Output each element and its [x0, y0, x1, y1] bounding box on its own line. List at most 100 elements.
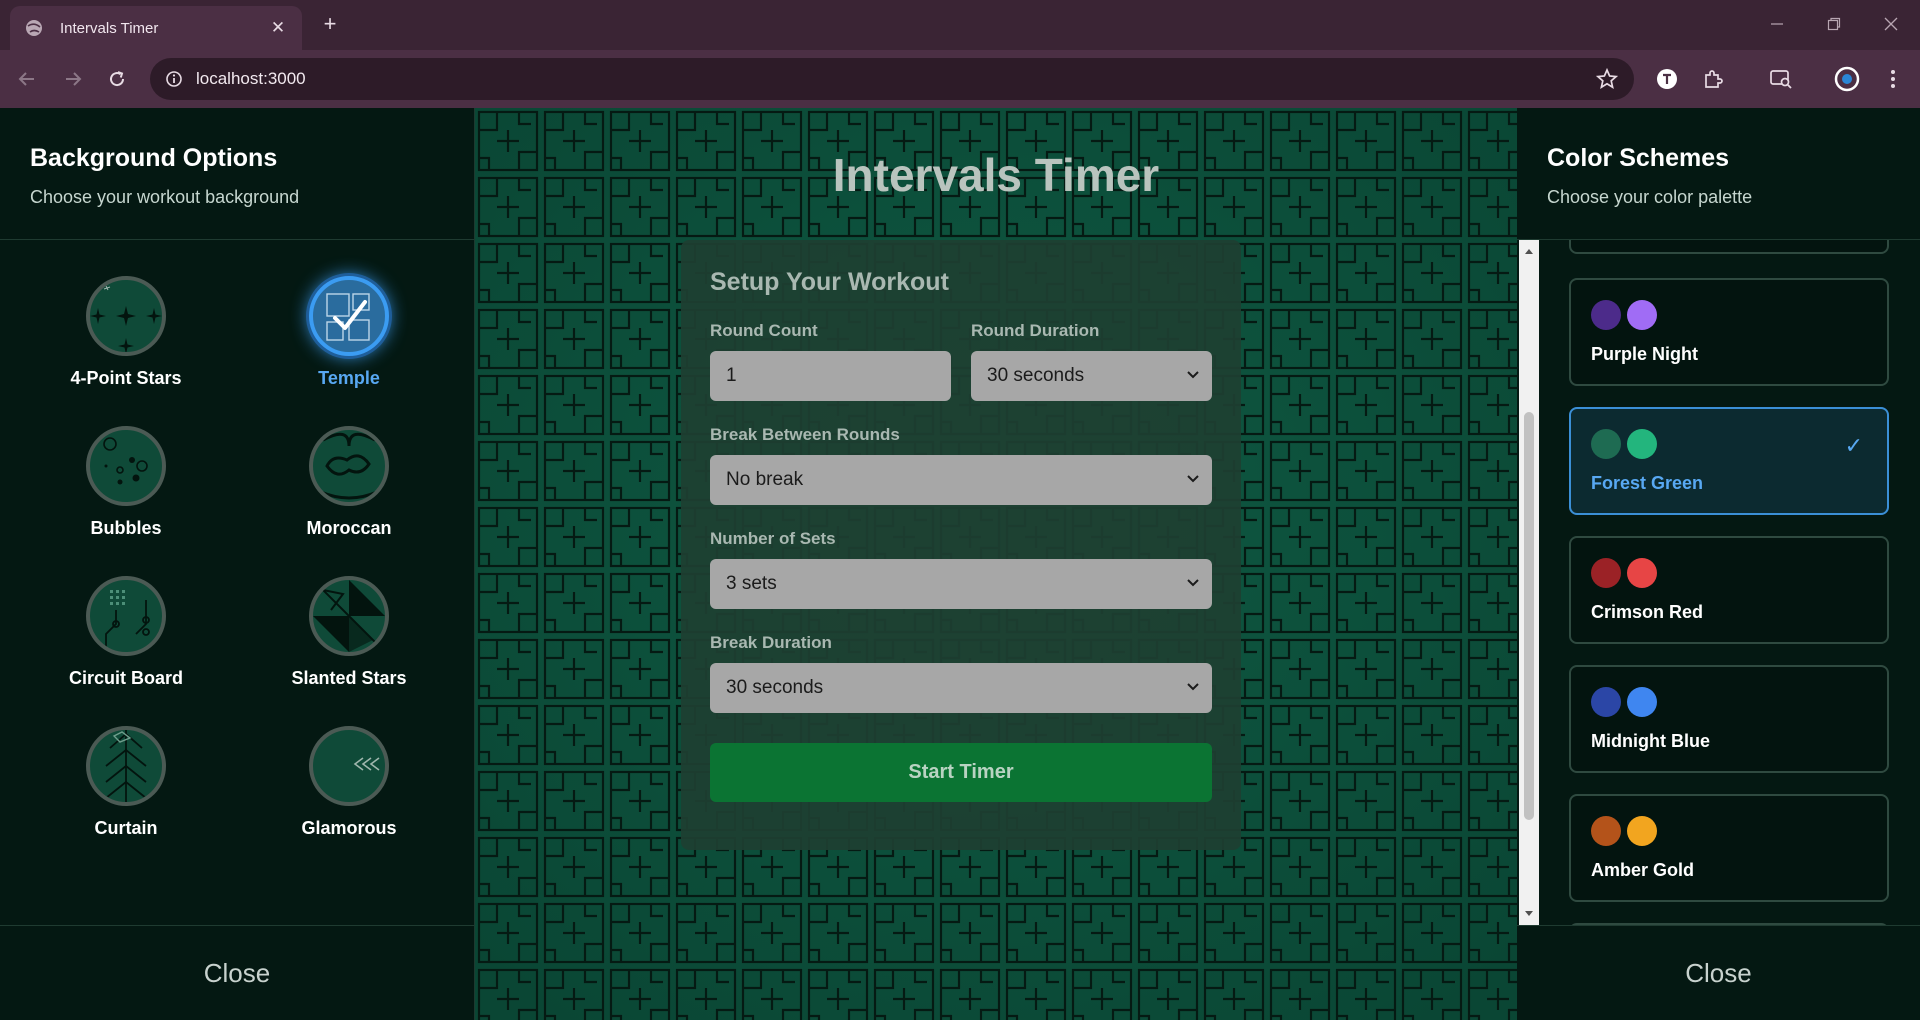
- scroll-down-arrow-icon[interactable]: [1519, 905, 1539, 923]
- background-option-label: Temple: [318, 368, 380, 388]
- round-count-label: Round Count: [710, 321, 818, 340]
- close-label: Close: [1685, 957, 1752, 988]
- round-duration-select[interactable]: 30 seconds: [971, 351, 1212, 401]
- url-text: localhost:3000: [196, 69, 306, 88]
- round-duration-label: Round Duration: [971, 321, 1100, 340]
- close-tab-icon[interactable]: ✕: [268, 18, 288, 38]
- curtain-thumbnail: [86, 726, 166, 806]
- browser-toolbar: localhost:3000: [0, 50, 1920, 108]
- puzzle-extensions-icon[interactable]: [1698, 64, 1728, 94]
- minimize-icon[interactable]: [1765, 12, 1789, 36]
- profile-avatar-icon[interactable]: [1832, 64, 1862, 94]
- round-duration-value: 30 seconds: [987, 365, 1085, 386]
- background-option-4-point-stars[interactable]: 4-Point Stars: [36, 276, 216, 389]
- color-swatches: [1591, 816, 1867, 846]
- break-duration-label: Break Duration: [710, 633, 832, 652]
- temple-thumbnail: [309, 276, 389, 356]
- color-scheme-amber-gold[interactable]: Amber Gold: [1569, 794, 1889, 902]
- background-option-label: Bubbles: [90, 518, 162, 538]
- right-close-button[interactable]: Close: [1517, 925, 1920, 1020]
- scrollbar[interactable]: [1519, 240, 1539, 925]
- background-option-moroccan[interactable]: Moroccan: [259, 426, 439, 539]
- chevron-down-icon: [1187, 683, 1199, 691]
- round-count-input[interactable]: 1: [710, 351, 951, 401]
- circuit-board-thumbnail: [86, 576, 166, 656]
- color-swatches: [1591, 429, 1867, 459]
- back-arrow-icon[interactable]: [12, 64, 42, 94]
- break-between-rounds-value: No break: [726, 469, 804, 490]
- number-of-sets-label: Number of Sets: [710, 529, 836, 548]
- background-option-bubbles[interactable]: Bubbles: [36, 426, 216, 539]
- restore-icon[interactable]: [1822, 12, 1846, 36]
- break-between-rounds-label: Break Between Rounds: [710, 425, 900, 444]
- background-option-circuit-board[interactable]: Circuit Board: [36, 576, 216, 689]
- color-scheme-forest-green[interactable]: Forest Green ✓: [1569, 407, 1889, 515]
- swatch-light: [1627, 816, 1657, 846]
- page: Background Options Choose your workout b…: [0, 108, 1920, 1020]
- workout-setup-card: Setup Your Workout Round Count 1 Round D…: [681, 240, 1241, 850]
- color-swatches: [1591, 687, 1867, 717]
- bookmark-star-icon[interactable]: [1595, 67, 1619, 90]
- start-timer-button[interactable]: Start Timer: [710, 743, 1212, 802]
- color-schemes-list[interactable]: Purple Night Forest Green ✓ Crimson Red: [1517, 240, 1920, 925]
- panel-subtitle: Choose your color palette: [1547, 187, 1753, 207]
- reload-icon[interactable]: [102, 64, 132, 94]
- four-point-stars-thumbnail: [86, 276, 166, 356]
- glamorous-thumbnail: [309, 726, 389, 806]
- background-option-label: 4-Point Stars: [70, 368, 182, 388]
- break-duration-value: 30 seconds: [726, 677, 824, 698]
- color-swatches: [1591, 558, 1867, 588]
- tab-title: Intervals Timer: [60, 19, 159, 37]
- number-of-sets-select[interactable]: 3 sets: [710, 559, 1212, 609]
- swatch-dark: [1591, 687, 1621, 717]
- color-scheme-card-partial[interactable]: [1569, 240, 1889, 254]
- translate-extension-icon[interactable]: [1652, 64, 1682, 94]
- chevron-down-icon: [1187, 579, 1199, 587]
- background-option-label: Circuit Board: [68, 668, 183, 688]
- chevron-down-icon: [1187, 371, 1199, 379]
- moroccan-thumbnail: [309, 426, 389, 506]
- browser-tab-bar: Intervals Timer ✕ +: [0, 0, 1920, 50]
- menu-kebab-icon[interactable]: [1878, 64, 1908, 94]
- panel-title: Background Options: [30, 144, 278, 172]
- swatch-dark: [1591, 558, 1621, 588]
- swatch-light: [1627, 300, 1657, 330]
- color-scheme-purple-night[interactable]: Purple Night: [1569, 278, 1889, 386]
- slanted-stars-thumbnail: [309, 576, 389, 656]
- break-duration-select[interactable]: 30 seconds: [710, 663, 1212, 713]
- setup-title: Setup Your Workout: [710, 268, 949, 296]
- background-options-panel: Background Options Choose your workout b…: [0, 108, 475, 1020]
- background-option-label: Slanted Stars: [291, 668, 407, 688]
- address-bar[interactable]: localhost:3000: [150, 58, 1634, 100]
- chevron-down-icon: [1187, 475, 1199, 483]
- scroll-up-arrow-icon[interactable]: [1519, 242, 1539, 260]
- background-option-temple[interactable]: Temple: [259, 276, 439, 389]
- background-option-label: Moroccan: [306, 518, 392, 538]
- left-close-button[interactable]: Close: [0, 925, 474, 1020]
- app-title: Intervals Timer: [832, 149, 1160, 201]
- color-scheme-midnight-blue[interactable]: Midnight Blue: [1569, 665, 1889, 773]
- new-tab-icon[interactable]: +: [318, 13, 342, 37]
- background-option-label: Curtain: [94, 818, 158, 838]
- scheme-name: Midnight Blue: [1591, 731, 1710, 751]
- close-window-icon[interactable]: [1879, 12, 1903, 36]
- close-label: Close: [203, 957, 271, 988]
- color-schemes-panel: Color Schemes Choose your color palette: [1517, 108, 1920, 1020]
- background-option-label: Glamorous: [301, 818, 397, 838]
- color-swatches: [1591, 300, 1867, 330]
- background-option-slanted-stars[interactable]: Slanted Stars: [259, 576, 439, 689]
- forward-arrow-icon[interactable]: [58, 64, 88, 94]
- scheme-name: Crimson Red: [1591, 602, 1704, 622]
- background-panel-header: Background Options Choose your workout b…: [0, 108, 474, 240]
- background-option-glamorous[interactable]: Glamorous: [259, 726, 439, 839]
- color-scheme-crimson-red[interactable]: Crimson Red: [1569, 536, 1889, 644]
- break-between-rounds-select[interactable]: No break: [710, 455, 1212, 505]
- scrollbar-thumb[interactable]: [1524, 412, 1534, 820]
- media-search-icon[interactable]: [1766, 64, 1796, 94]
- site-info-icon[interactable]: [162, 67, 186, 91]
- swatch-dark: [1591, 429, 1621, 459]
- panel-title: Color Schemes: [1547, 144, 1730, 172]
- background-option-curtain[interactable]: Curtain: [36, 726, 216, 839]
- browser-tab[interactable]: Intervals Timer ✕: [10, 6, 302, 50]
- round-count-value: 1: [726, 365, 737, 386]
